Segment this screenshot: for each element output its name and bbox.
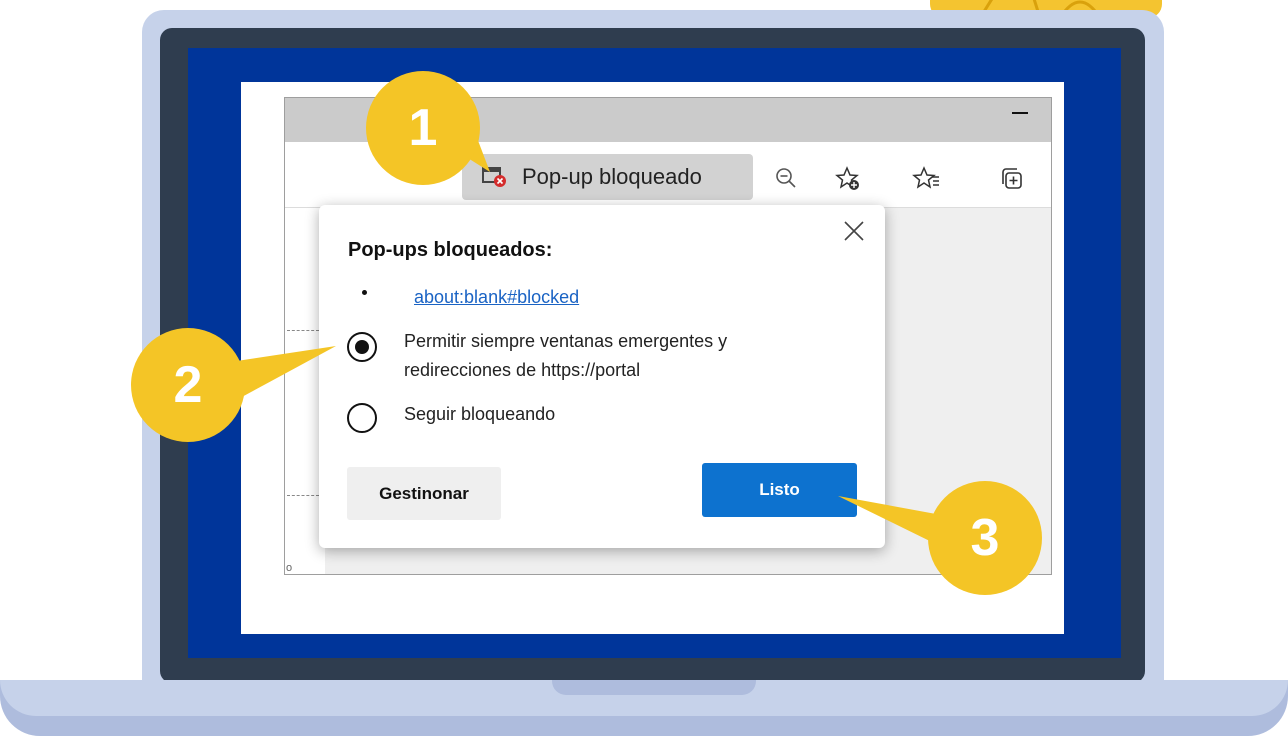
- step-1-callout: 1: [366, 71, 480, 185]
- step-3-callout: 3: [928, 481, 1042, 595]
- step-2-callout: 2: [131, 328, 245, 442]
